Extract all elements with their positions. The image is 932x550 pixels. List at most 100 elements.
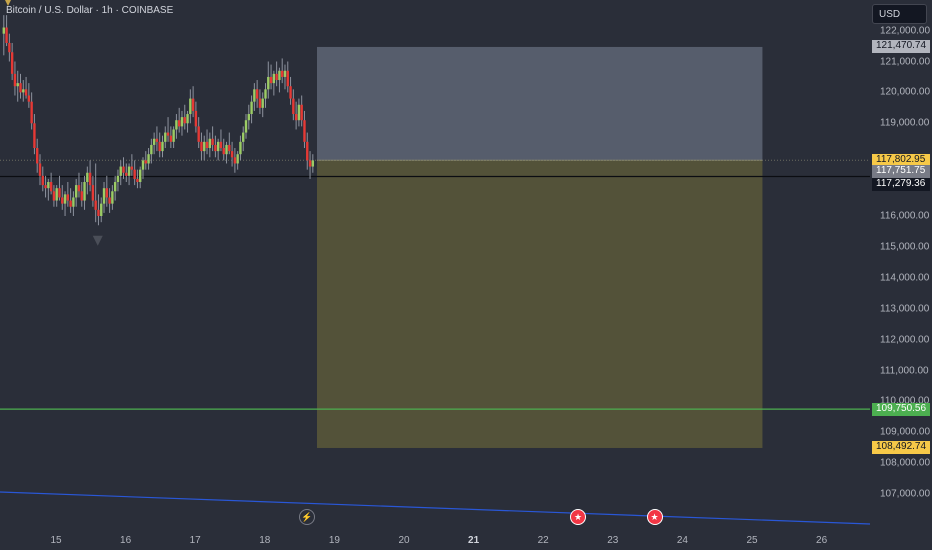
candle[interactable] [150, 138, 153, 164]
candle[interactable] [214, 135, 217, 158]
candle[interactable] [261, 92, 264, 118]
candle[interactable] [24, 76, 28, 99]
candle[interactable] [105, 175, 109, 207]
candle[interactable] [292, 89, 295, 121]
target-price-label[interactable]: 121,470.74 [872, 40, 930, 54]
candle[interactable] [169, 126, 173, 149]
candle[interactable] [155, 126, 159, 152]
candle[interactable] [44, 175, 47, 198]
candle[interactable] [303, 110, 306, 149]
flash-icon[interactable]: ⚡ [298, 509, 315, 525]
candle[interactable] [86, 166, 89, 195]
us-flag-icon[interactable]: ★ [646, 509, 663, 525]
candle[interactable] [10, 42, 14, 81]
down-triangle-icon[interactable] [92, 235, 103, 246]
candle[interactable] [147, 148, 150, 170]
candle[interactable] [63, 191, 67, 216]
candle[interactable] [152, 132, 156, 155]
candle[interactable] [69, 188, 72, 213]
candle[interactable] [250, 95, 253, 124]
trend-line[interactable] [0, 491, 870, 525]
candle[interactable] [244, 114, 248, 139]
candle[interactable] [136, 169, 139, 189]
candle[interactable] [247, 104, 250, 130]
previous-price-label[interactable]: 117,751.75 [872, 164, 930, 178]
candle[interactable] [306, 132, 309, 170]
stop-price-label[interactable]: 108,492.74 [872, 441, 930, 455]
candle[interactable] [113, 175, 117, 201]
candle[interactable] [222, 138, 225, 161]
candle[interactable] [91, 175, 95, 207]
candle[interactable] [2, 15, 5, 56]
candle[interactable] [300, 95, 303, 127]
candle[interactable] [5, 15, 8, 47]
candle[interactable] [175, 114, 178, 139]
candle[interactable] [228, 132, 231, 155]
candle[interactable] [205, 129, 209, 155]
candle[interactable] [102, 182, 106, 213]
candle[interactable] [164, 126, 167, 149]
candle[interactable] [158, 132, 161, 158]
candle[interactable] [172, 126, 175, 149]
candle[interactable] [61, 185, 64, 210]
candle[interactable] [311, 154, 315, 173]
candle[interactable] [97, 194, 100, 226]
candle[interactable] [36, 138, 39, 173]
candle[interactable] [239, 135, 242, 161]
candle[interactable] [283, 64, 287, 90]
candle[interactable] [47, 178, 50, 201]
candle[interactable] [125, 163, 128, 183]
currency-button[interactable]: USD [872, 4, 927, 24]
candle[interactable] [216, 138, 220, 161]
candle[interactable] [94, 163, 97, 223]
candle[interactable] [264, 83, 267, 108]
us-flag-icon[interactable]: ★ [570, 509, 586, 525]
candle[interactable] [278, 67, 281, 93]
candle[interactable] [58, 175, 61, 201]
candle[interactable] [211, 126, 214, 152]
candle[interactable] [139, 166, 142, 189]
candle[interactable] [267, 61, 270, 99]
candle[interactable] [161, 135, 164, 158]
candle[interactable] [19, 73, 22, 99]
candle[interactable] [38, 154, 42, 186]
candle[interactable] [233, 148, 237, 173]
candle[interactable] [88, 160, 92, 192]
symbol-title[interactable]: Bitcoin / U.S. Dollar · 1h · COINBASE [6, 5, 173, 16]
candle[interactable] [191, 86, 195, 118]
candle[interactable] [294, 101, 298, 130]
candle[interactable] [272, 70, 276, 96]
candle[interactable] [275, 61, 278, 87]
candle[interactable] [108, 188, 111, 213]
candle[interactable] [183, 104, 186, 130]
candle[interactable] [189, 89, 192, 124]
profit-zone[interactable] [317, 46, 763, 161]
candle[interactable] [253, 83, 256, 111]
candle[interactable] [281, 58, 284, 84]
candle[interactable] [127, 163, 131, 186]
candle[interactable] [66, 182, 70, 207]
candle[interactable] [286, 61, 289, 93]
candle[interactable] [16, 70, 19, 102]
candle[interactable] [289, 76, 292, 105]
candle[interactable] [308, 151, 312, 179]
candle[interactable] [30, 92, 33, 130]
candle[interactable] [258, 89, 262, 115]
candle[interactable] [130, 154, 134, 176]
candle[interactable] [236, 151, 239, 170]
candle[interactable] [203, 135, 206, 161]
candle[interactable] [180, 110, 184, 136]
green-line-label[interactable]: 109,750.56 [872, 402, 930, 416]
candle[interactable] [111, 185, 114, 210]
candle[interactable] [194, 101, 198, 133]
candle[interactable] [200, 132, 203, 161]
candle[interactable] [55, 185, 58, 207]
candle[interactable] [100, 197, 103, 223]
candle[interactable] [230, 141, 234, 167]
candle[interactable] [242, 126, 245, 152]
candle[interactable] [116, 169, 120, 192]
candle[interactable] [13, 61, 17, 96]
candle[interactable] [144, 151, 147, 170]
candle[interactable] [297, 98, 301, 127]
candle[interactable] [141, 157, 145, 179]
